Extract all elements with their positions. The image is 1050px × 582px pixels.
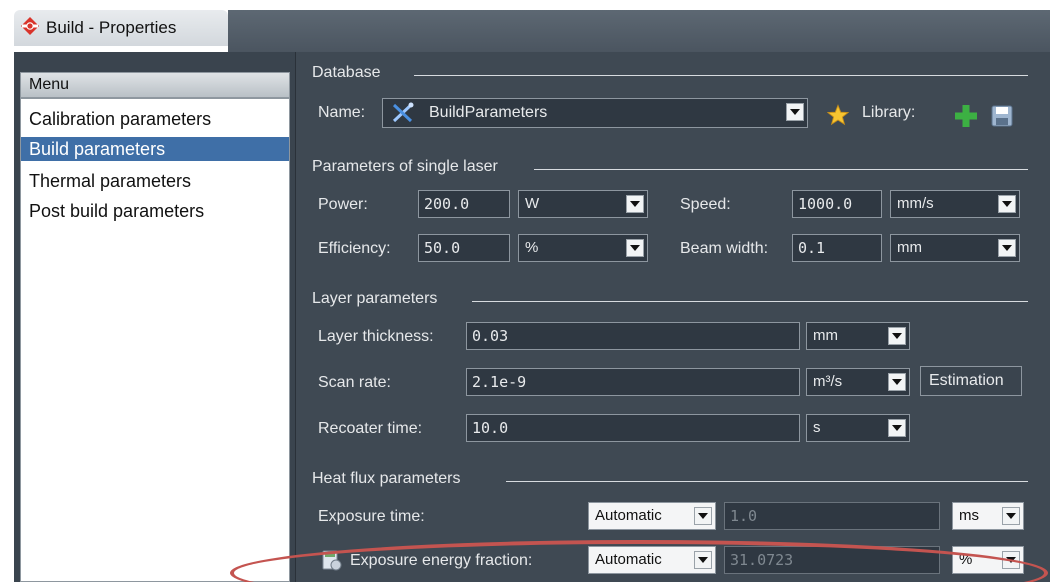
chevron-down-icon [626,195,644,213]
database-name-value: BuildParameters [429,104,548,121]
chevron-down-icon [786,103,804,121]
section-title-heat-flux: Heat flux parameters [312,470,461,487]
window-title-tab: Build - Properties [14,10,228,46]
scan-rate-input[interactable]: 2.1e-9 [466,368,800,396]
recoater-time-unit-value: s [813,419,821,436]
exposure-energy-unit-select[interactable]: % [952,546,1024,574]
estimation-button[interactable]: Estimation [920,366,1022,396]
menu-item-post-build-parameters[interactable]: Post build parameters [21,199,289,223]
exposure-energy-input[interactable]: 31.0723 [724,546,940,574]
beam-width-unit-value: mm [897,239,922,256]
efficiency-input[interactable]: 50.0 [418,234,510,262]
name-label: Name: [318,104,366,121]
window-title: Build - Properties [46,18,177,37]
beam-width-label: Beam width: [680,240,769,257]
exposure-time-input[interactable]: 1.0 [724,502,940,530]
exposure-time-label: Exposure time: [318,508,425,525]
section-title-layer: Layer parameters [312,290,438,307]
section-divider [414,75,1028,76]
speed-unit-select[interactable]: mm/s [890,190,1020,218]
menu-item-thermal-parameters[interactable]: Thermal parameters [21,169,289,193]
power-input[interactable]: 200.0 [418,190,510,218]
library-label: Library: [862,104,916,121]
layer-thickness-label: Layer thickness: [318,328,434,345]
efficiency-unit-value: % [525,239,539,256]
calculator-icon[interactable] [320,548,344,572]
app-logo-icon [20,16,40,40]
exposure-time-unit-value: ms [959,507,979,524]
scan-rate-unit-value: m³/s [813,373,843,390]
layer-thickness-unit-value: mm [813,327,838,344]
scan-rate-unit-select[interactable]: m³/s [806,368,910,396]
power-unit-value: W [525,195,540,212]
menu-list: Calibration parameters Build parameters … [20,98,290,582]
exposure-energy-unit-value: % [959,551,973,568]
beam-width-unit-select[interactable]: mm [890,234,1020,262]
add-icon[interactable] [952,102,980,130]
chevron-down-icon [888,373,906,391]
recoater-time-input[interactable]: 10.0 [466,414,800,442]
chevron-down-icon [998,195,1016,213]
layer-thickness-unit-select[interactable]: mm [806,322,910,350]
chevron-down-icon [1002,507,1020,525]
efficiency-label: Efficiency: [318,240,391,257]
recoater-time-unit-select[interactable]: s [806,414,910,442]
chevron-down-icon [888,419,906,437]
beam-width-input[interactable]: 0.1 [792,234,882,262]
chevron-down-icon [694,551,712,569]
scan-rate-label: Scan rate: [318,374,391,391]
chevron-down-icon [998,239,1016,257]
section-title-database: Database [312,64,381,81]
exposure-energy-fraction-label: Exposure energy fraction: [350,552,533,569]
menu-item-build-parameters[interactable]: Build parameters [21,137,289,161]
exposure-energy-mode-select[interactable]: Automatic [588,546,716,574]
save-icon[interactable] [988,102,1016,130]
speed-unit-value: mm/s [897,195,934,212]
menu-header: Menu [20,72,290,98]
efficiency-unit-select[interactable]: % [518,234,648,262]
title-bar-background [228,10,1050,52]
section-divider [534,169,1028,170]
chevron-down-icon [888,327,906,345]
star-favorite-icon[interactable] [826,103,850,127]
recoater-time-label: Recoater time: [318,420,423,437]
chevron-down-icon [694,507,712,525]
chevron-down-icon [626,239,644,257]
layer-thickness-input[interactable]: 0.03 [466,322,800,350]
power-unit-select[interactable]: W [518,190,648,218]
exposure-time-mode-select[interactable]: Automatic [588,502,716,530]
chevron-down-icon [1002,551,1020,569]
exposure-time-mode-value: Automatic [595,507,662,524]
database-name-select[interactable]: BuildParameters [382,98,808,128]
speed-input[interactable]: 1000.0 [792,190,882,218]
exposure-energy-mode-value: Automatic [595,551,662,568]
exposure-time-unit-select[interactable]: ms [952,502,1024,530]
tools-icon [391,102,415,133]
section-divider [506,481,1028,482]
power-label: Power: [318,196,368,213]
speed-label: Speed: [680,196,731,213]
section-title-single-laser: Parameters of single laser [312,158,498,175]
menu-item-calibration-parameters[interactable]: Calibration parameters [21,107,289,131]
section-divider [472,301,1028,302]
